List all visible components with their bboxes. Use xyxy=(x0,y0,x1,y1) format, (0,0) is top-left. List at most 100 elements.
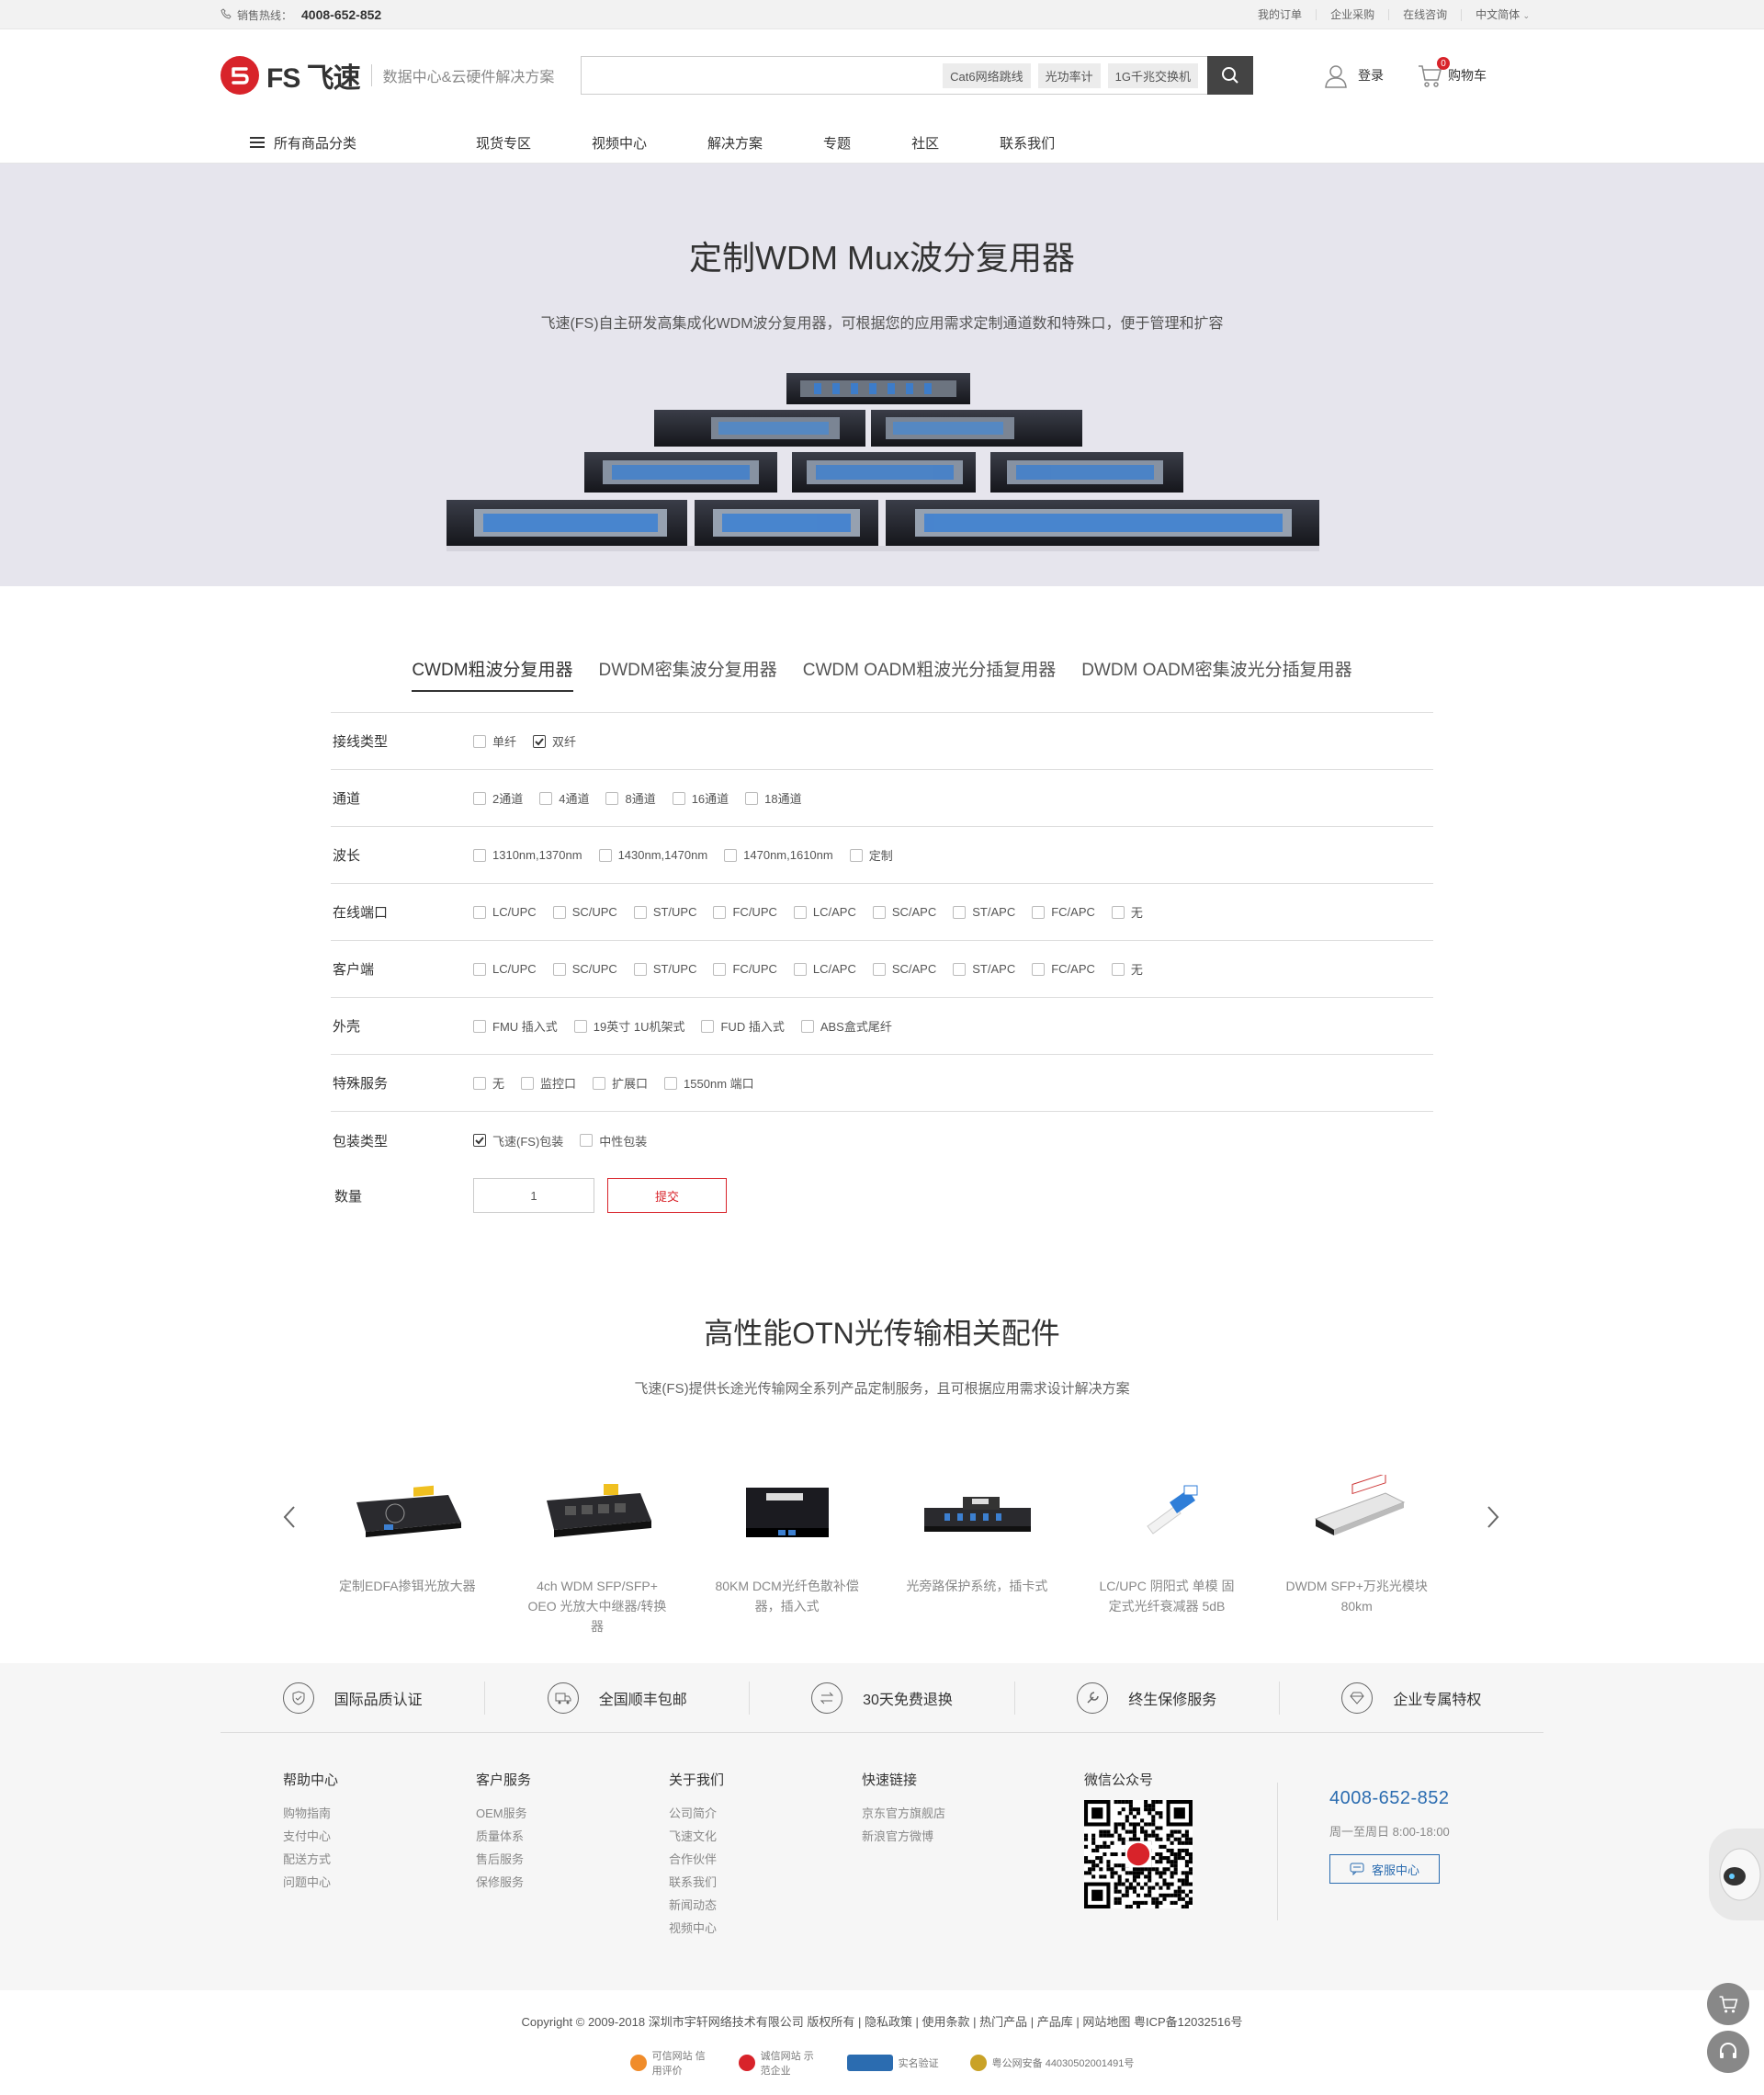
footer-link[interactable]: 视频中心 xyxy=(669,1917,799,1940)
checkbox-empty-icon[interactable] xyxy=(745,791,759,805)
option-checkbox[interactable]: SC/UPC xyxy=(552,962,617,976)
footer-link[interactable]: 质量体系 xyxy=(476,1825,606,1848)
checkbox-empty-icon[interactable] xyxy=(953,905,967,919)
checkbox-empty-icon[interactable] xyxy=(552,962,566,976)
checkbox-empty-icon[interactable] xyxy=(713,905,727,919)
trust-badge[interactable]: 实名验证 xyxy=(846,2048,939,2078)
footer-link[interactable]: 飞速文化 xyxy=(669,1825,799,1848)
trust-badge[interactable]: 可信网站 信用评价 xyxy=(629,2048,707,2078)
nav-item-community[interactable]: 社区 xyxy=(911,133,939,153)
checkbox-empty-icon[interactable] xyxy=(473,848,486,862)
cart-link[interactable]: 0 购物车 xyxy=(1417,57,1487,88)
checkbox-empty-icon[interactable] xyxy=(672,791,685,805)
checkbox-empty-icon[interactable] xyxy=(701,1019,715,1033)
option-checkbox[interactable]: 扩展口 xyxy=(593,1074,648,1092)
option-checkbox[interactable]: 无 xyxy=(1111,960,1143,978)
logo[interactable]: FS 飞速 数据中心&云硬件解决方案 xyxy=(220,55,586,96)
footer-link[interactable]: 京东官方旗舰店 xyxy=(862,1802,992,1825)
search-tag[interactable]: Cat6网络跳线 xyxy=(943,62,1031,88)
product-card[interactable]: 定制EDFA掺铒光放大器 xyxy=(312,1466,503,1636)
nav-item-topics[interactable]: 专题 xyxy=(823,133,851,153)
tab-dwdm[interactable]: DWDM密集波分复用器 xyxy=(586,656,790,692)
checkbox-empty-icon[interactable] xyxy=(793,905,807,919)
checkbox-empty-icon[interactable] xyxy=(953,962,967,976)
checkbox-empty-icon[interactable] xyxy=(633,962,647,976)
trust-badge[interactable]: 诚信网站 示范企业 xyxy=(738,2048,816,2078)
option-checkbox[interactable]: 监控口 xyxy=(521,1074,576,1092)
submit-button[interactable]: 提交 xyxy=(607,1178,727,1213)
checkbox-empty-icon[interactable] xyxy=(473,791,486,805)
language-select[interactable]: 中文简体 ⌄ xyxy=(1461,8,1544,21)
option-checkbox[interactable]: LC/APC xyxy=(793,905,856,919)
footer-link[interactable]: 合作伙伴 xyxy=(669,1848,799,1871)
option-checkbox[interactable]: FUD 插入式 xyxy=(701,1017,785,1035)
floating-service-button[interactable] xyxy=(1707,2031,1749,2073)
trust-badge[interactable]: 粤公网安备 44030502001491号 xyxy=(969,2048,1134,2078)
option-checkbox[interactable]: 1310nm,1370nm xyxy=(473,848,582,862)
option-checkbox[interactable]: 双纤 xyxy=(533,732,576,750)
nav-item-stock[interactable]: 现货专区 xyxy=(476,133,531,153)
product-card[interactable]: 80KM DCM光纤色散补偿器，插入式 xyxy=(692,1466,882,1636)
option-checkbox[interactable]: ABS盒式尾纤 xyxy=(800,1017,892,1035)
checkbox-empty-icon[interactable] xyxy=(713,962,727,976)
chat-robot-widget[interactable] xyxy=(1709,1829,1764,1920)
footer-link[interactable]: 保修服务 xyxy=(476,1871,606,1894)
checkbox-empty-icon[interactable] xyxy=(1032,962,1046,976)
enterprise-purchase-link[interactable]: 企业采购 xyxy=(1316,9,1388,20)
checkbox-empty-icon[interactable] xyxy=(800,1019,814,1033)
customer-service-button[interactable]: 客服中心 xyxy=(1329,1854,1440,1884)
footer-link[interactable]: 购物指南 xyxy=(283,1802,413,1825)
option-checkbox[interactable]: 飞速(FS)包装 xyxy=(473,1132,563,1149)
checkbox-empty-icon[interactable] xyxy=(872,905,886,919)
checkbox-empty-icon[interactable] xyxy=(552,905,566,919)
checkbox-empty-icon[interactable] xyxy=(580,1134,594,1147)
carousel-next-button[interactable] xyxy=(1479,1499,1507,1535)
option-checkbox[interactable]: 中性包装 xyxy=(580,1132,647,1149)
option-checkbox[interactable]: LC/APC xyxy=(793,962,856,976)
option-checkbox[interactable]: 单纤 xyxy=(473,732,516,750)
checkbox-empty-icon[interactable] xyxy=(1032,905,1046,919)
product-card[interactable]: 光旁路保护系统，插卡式 xyxy=(882,1466,1072,1636)
checkbox-empty-icon[interactable] xyxy=(573,1019,587,1033)
checkbox-empty-icon[interactable] xyxy=(473,905,486,919)
option-checkbox[interactable]: FC/APC xyxy=(1032,962,1095,976)
search-tag[interactable]: 光功率计 xyxy=(1037,62,1101,88)
checkbox-empty-icon[interactable] xyxy=(598,848,612,862)
checkbox-empty-icon[interactable] xyxy=(872,962,886,976)
option-checkbox[interactable]: FC/UPC xyxy=(713,905,777,919)
checkbox-empty-icon[interactable] xyxy=(473,962,486,976)
footer-link[interactable]: 问题中心 xyxy=(283,1871,413,1894)
footer-link[interactable]: 配送方式 xyxy=(283,1848,413,1871)
checkbox-empty-icon[interactable] xyxy=(521,1076,535,1090)
login-link[interactable]: 登录 xyxy=(1323,62,1384,88)
option-checkbox[interactable]: ST/UPC xyxy=(633,905,696,919)
nav-item-solutions[interactable]: 解决方案 xyxy=(707,133,763,153)
checkbox-checked-icon[interactable] xyxy=(533,734,547,748)
checkbox-empty-icon[interactable] xyxy=(605,791,619,805)
checkbox-empty-icon[interactable] xyxy=(473,1019,486,1033)
option-checkbox[interactable]: 2通道 xyxy=(473,789,523,807)
search-button[interactable] xyxy=(1207,56,1253,95)
checkbox-empty-icon[interactable] xyxy=(1111,962,1125,976)
option-checkbox[interactable]: ST/APC xyxy=(953,905,1015,919)
product-card[interactable]: 4ch WDM SFP/SFP+ OEO 光放大中继器/转换器 xyxy=(503,1466,693,1636)
option-checkbox[interactable]: 16通道 xyxy=(672,789,729,807)
tab-cwdm[interactable]: CWDM粗波分复用器 xyxy=(399,656,585,692)
option-checkbox[interactable]: LC/UPC xyxy=(473,962,537,976)
checkbox-empty-icon[interactable] xyxy=(724,848,738,862)
option-checkbox[interactable]: 18通道 xyxy=(745,789,802,807)
footer-link[interactable]: 新闻动态 xyxy=(669,1894,799,1917)
checkbox-empty-icon[interactable] xyxy=(849,848,863,862)
quantity-input[interactable]: 1 xyxy=(473,1178,594,1213)
tab-cwdm-oadm[interactable]: CWDM OADM粗波光分插复用器 xyxy=(790,656,1069,692)
checkbox-empty-icon[interactable] xyxy=(593,1076,606,1090)
option-checkbox[interactable]: SC/UPC xyxy=(552,905,617,919)
search-input[interactable] xyxy=(582,57,944,94)
option-checkbox[interactable]: 1550nm 端口 xyxy=(664,1074,754,1092)
my-orders-link[interactable]: 我的订单 xyxy=(1244,9,1316,20)
nav-item-video[interactable]: 视频中心 xyxy=(592,133,647,153)
tab-dwdm-oadm[interactable]: DWDM OADM密集波光分插复用器 xyxy=(1069,656,1364,692)
option-checkbox[interactable]: 19英寸 1U机架式 xyxy=(573,1017,684,1035)
product-card[interactable]: LC/UPC 阴阳式 单模 固定式光纤衰减器 5dB xyxy=(1072,1466,1262,1636)
option-checkbox[interactable]: 1470nm,1610nm xyxy=(724,848,833,862)
